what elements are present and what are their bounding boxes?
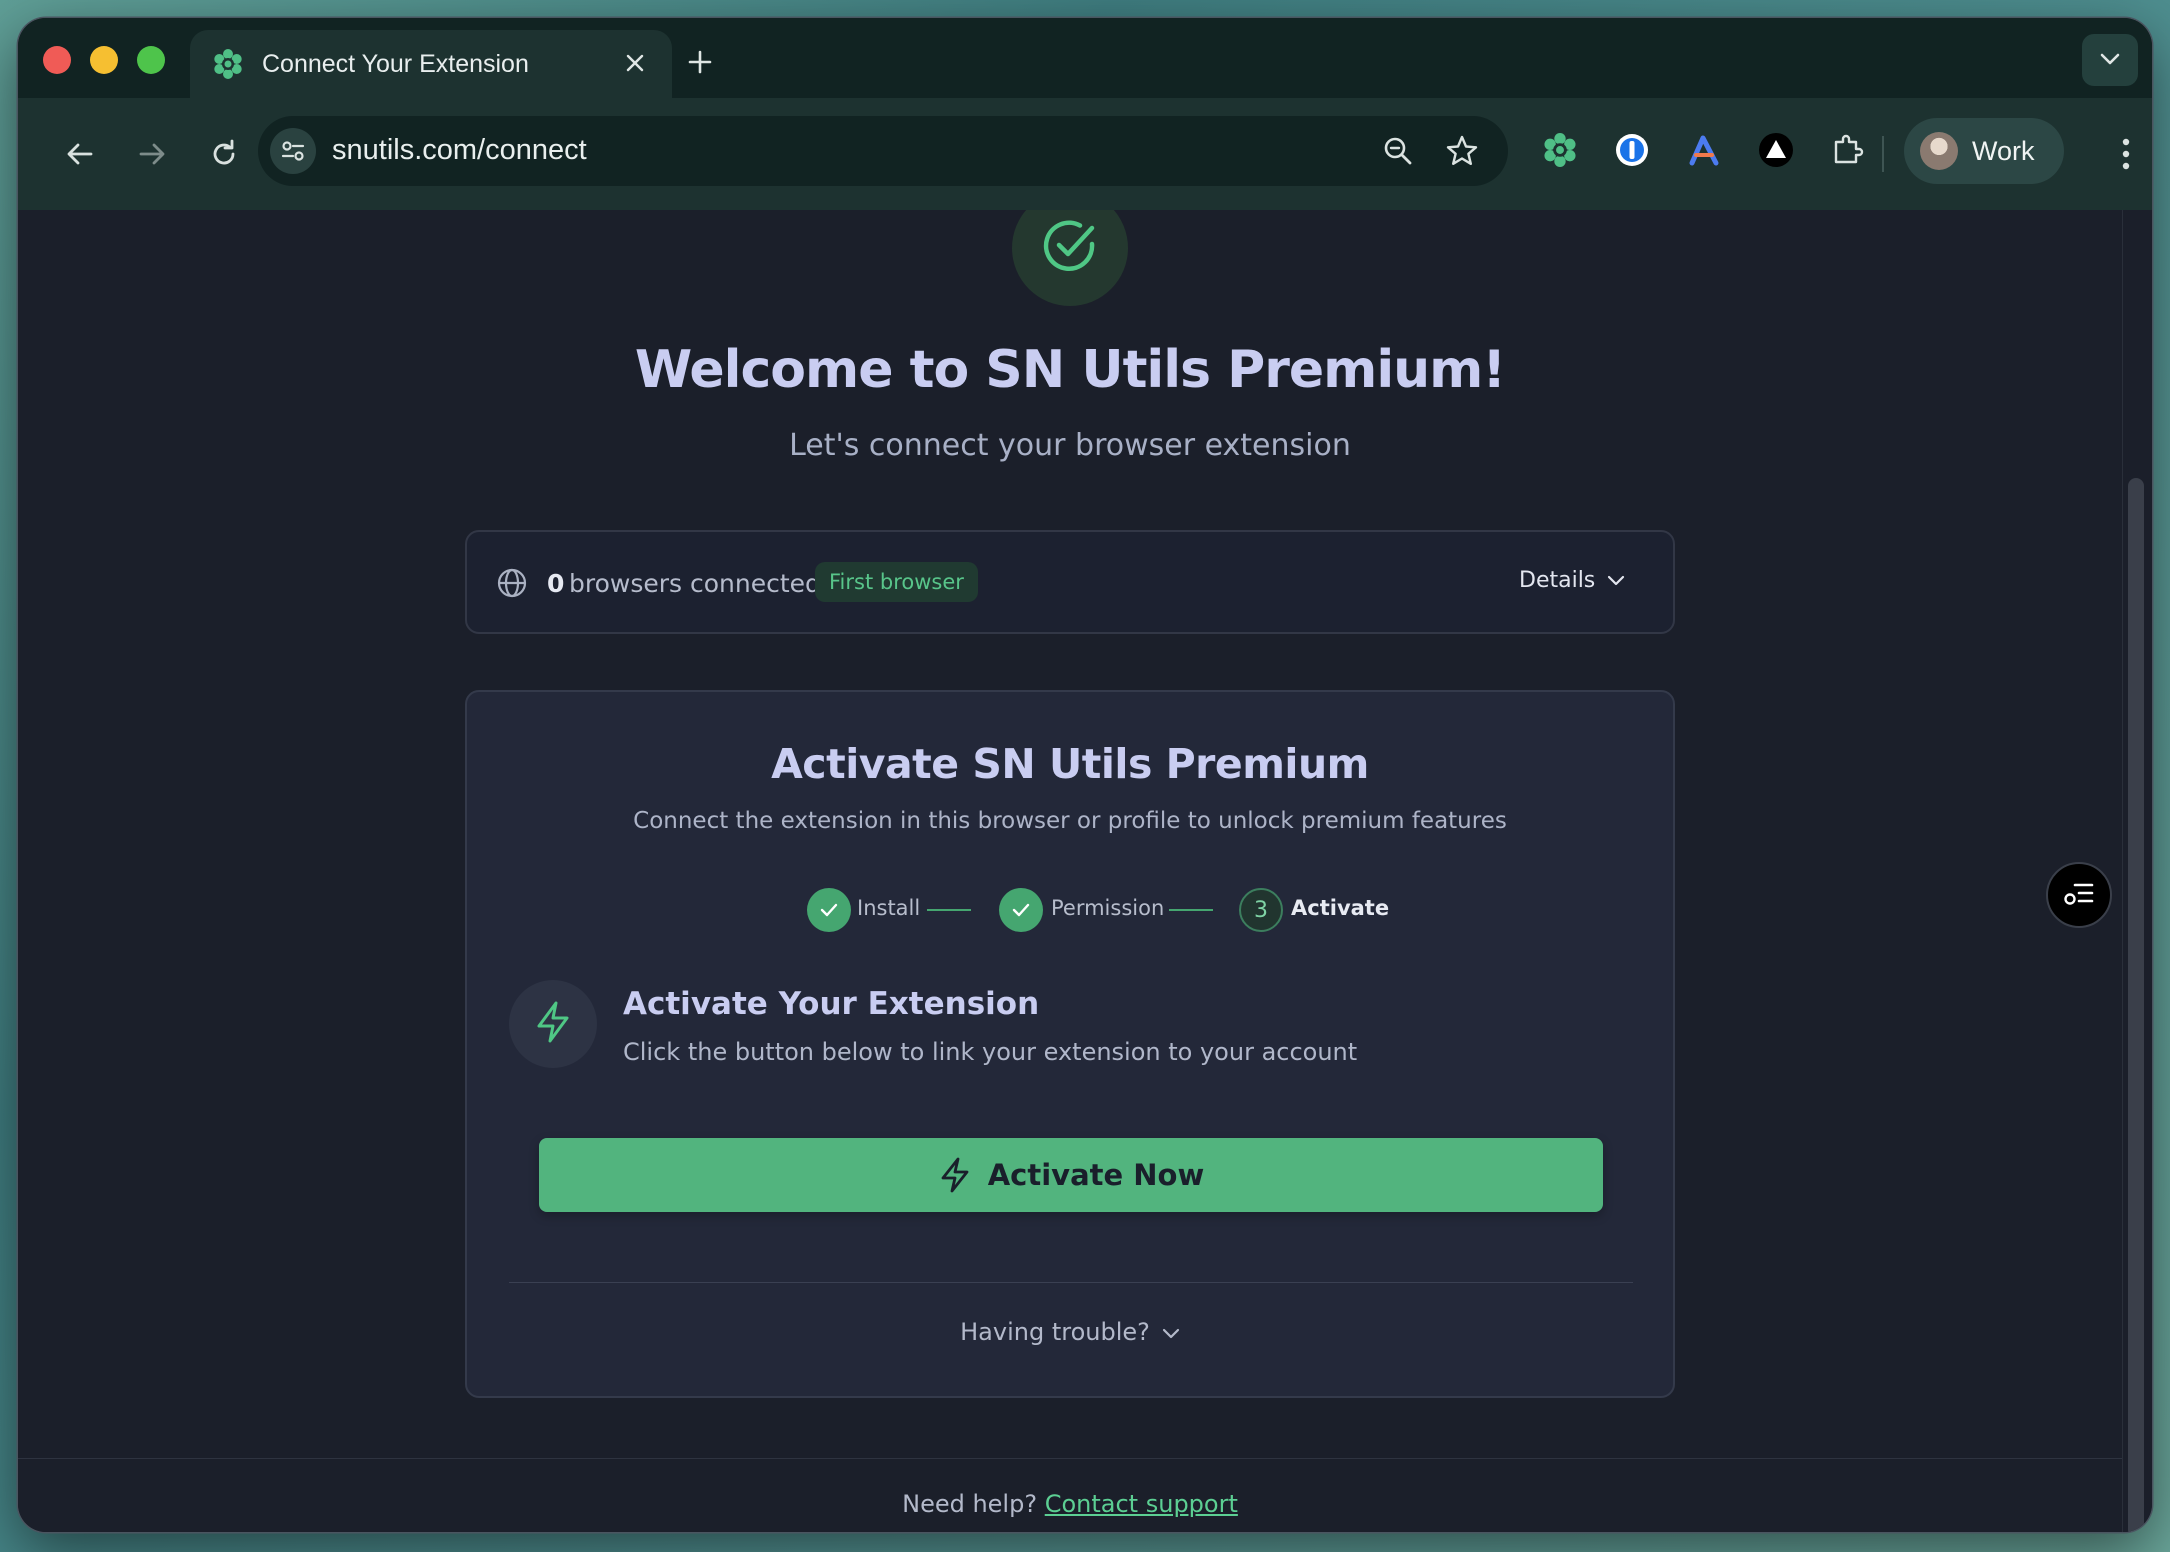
status-badge: First browser xyxy=(815,562,978,602)
chevron-down-icon xyxy=(2099,51,2121,70)
maximize-window-button[interactable] xyxy=(137,46,165,74)
lightning-badge xyxy=(509,980,597,1068)
step-permission-check-icon xyxy=(999,888,1043,932)
tab-title: Connect Your Extension xyxy=(262,49,529,78)
details-button[interactable]: Details xyxy=(1519,568,1625,593)
page-title: Welcome to SN Utils Premium! xyxy=(634,340,1506,400)
page-viewport: Welcome to SN Utils Premium! Let's conne… xyxy=(18,210,2122,1532)
site-settings-icon[interactable] xyxy=(270,128,316,174)
progress-steps: Install Permission 3 Activate xyxy=(467,888,1673,936)
check-circle-icon xyxy=(1040,216,1100,280)
activation-card: Activate SN Utils Premium Connect the ex… xyxy=(465,690,1675,1398)
step-install-check-icon xyxy=(807,888,851,932)
new-tab-icon[interactable] xyxy=(682,44,718,80)
step-install-label: Install xyxy=(857,896,921,920)
lightning-icon xyxy=(532,999,574,1049)
browser-toolbar: snutils.com/connect Work xyxy=(18,98,2152,210)
browsers-connected-card: 0 browsers connected First browser Detai… xyxy=(465,530,1675,634)
bookmark-star-icon[interactable] xyxy=(1442,131,1482,171)
zoom-icon[interactable] xyxy=(1378,131,1418,171)
arc-a-icon[interactable] xyxy=(1680,126,1728,174)
card-title: Activate SN Utils Premium xyxy=(771,740,1369,788)
step-activate-label: Activate xyxy=(1291,896,1390,920)
having-trouble-toggle[interactable]: Having trouble? xyxy=(467,1318,1673,1346)
toolbar-separator xyxy=(1882,136,1884,172)
step-connector xyxy=(927,909,971,911)
profile-button[interactable]: Work xyxy=(1904,118,2064,184)
footer-text: Need help? xyxy=(902,1490,1038,1518)
step-permission-label: Permission xyxy=(1051,896,1165,920)
vercel-triangle-icon[interactable] xyxy=(1752,126,1800,174)
close-tab-icon[interactable] xyxy=(620,48,650,78)
avatar xyxy=(1920,132,1958,170)
forward-arrow-icon[interactable] xyxy=(126,128,178,180)
section-title: Activate Your Extension xyxy=(623,986,1040,1022)
browsers-count: 0 xyxy=(547,569,565,598)
footer: Need help? Contact support xyxy=(18,1490,2122,1518)
tab-strip: Connect Your Extension xyxy=(18,18,2152,98)
browser-window: Connect Your Extension snutils.com/conne… xyxy=(18,18,2152,1532)
activate-now-button[interactable]: Activate Now xyxy=(539,1138,1603,1212)
floating-menu-button[interactable] xyxy=(2046,862,2112,928)
having-trouble-label: Having trouble? xyxy=(960,1318,1150,1346)
success-badge xyxy=(1012,210,1128,306)
url-text: snutils.com/connect xyxy=(332,134,587,166)
close-window-button[interactable] xyxy=(43,46,71,74)
profile-name: Work xyxy=(1972,135,2035,166)
tab-active[interactable]: Connect Your Extension xyxy=(190,30,672,98)
details-label: Details xyxy=(1519,568,1596,593)
extensions-puzzle-icon[interactable] xyxy=(1824,126,1872,174)
onepassword-icon[interactable] xyxy=(1608,126,1656,174)
sn-utils-extension-icon[interactable] xyxy=(1536,126,1584,174)
page-subtitle: Let's connect your browser extension xyxy=(789,428,1351,463)
chevron-down-icon xyxy=(1150,1318,1180,1346)
scrollbar-thumb[interactable] xyxy=(2128,478,2144,1532)
tab-search-button[interactable] xyxy=(2082,34,2138,86)
address-bar[interactable]: snutils.com/connect xyxy=(258,116,1508,186)
gear-flower-icon xyxy=(212,48,244,80)
browsers-label: browsers connected xyxy=(569,569,821,598)
divider xyxy=(509,1282,1633,1283)
minimize-window-button[interactable] xyxy=(90,46,118,74)
reload-icon[interactable] xyxy=(198,128,250,180)
list-settings-icon xyxy=(2062,878,2096,912)
contact-support-link[interactable]: Contact support xyxy=(1045,1490,1238,1518)
kebab-menu-icon[interactable] xyxy=(2108,128,2144,180)
activate-now-label: Activate Now xyxy=(987,1158,1205,1192)
step-connector xyxy=(1169,909,1213,911)
footer-divider xyxy=(18,1458,2122,1459)
lightning-icon xyxy=(941,1157,969,1193)
globe-icon xyxy=(495,566,529,600)
chevron-down-icon xyxy=(1595,568,1625,593)
step-activate-number: 3 xyxy=(1239,888,1283,932)
card-subtitle: Connect the extension in this browser or… xyxy=(633,808,1507,834)
back-arrow-icon[interactable] xyxy=(54,128,106,180)
section-description: Click the button below to link your exte… xyxy=(623,1038,1358,1066)
